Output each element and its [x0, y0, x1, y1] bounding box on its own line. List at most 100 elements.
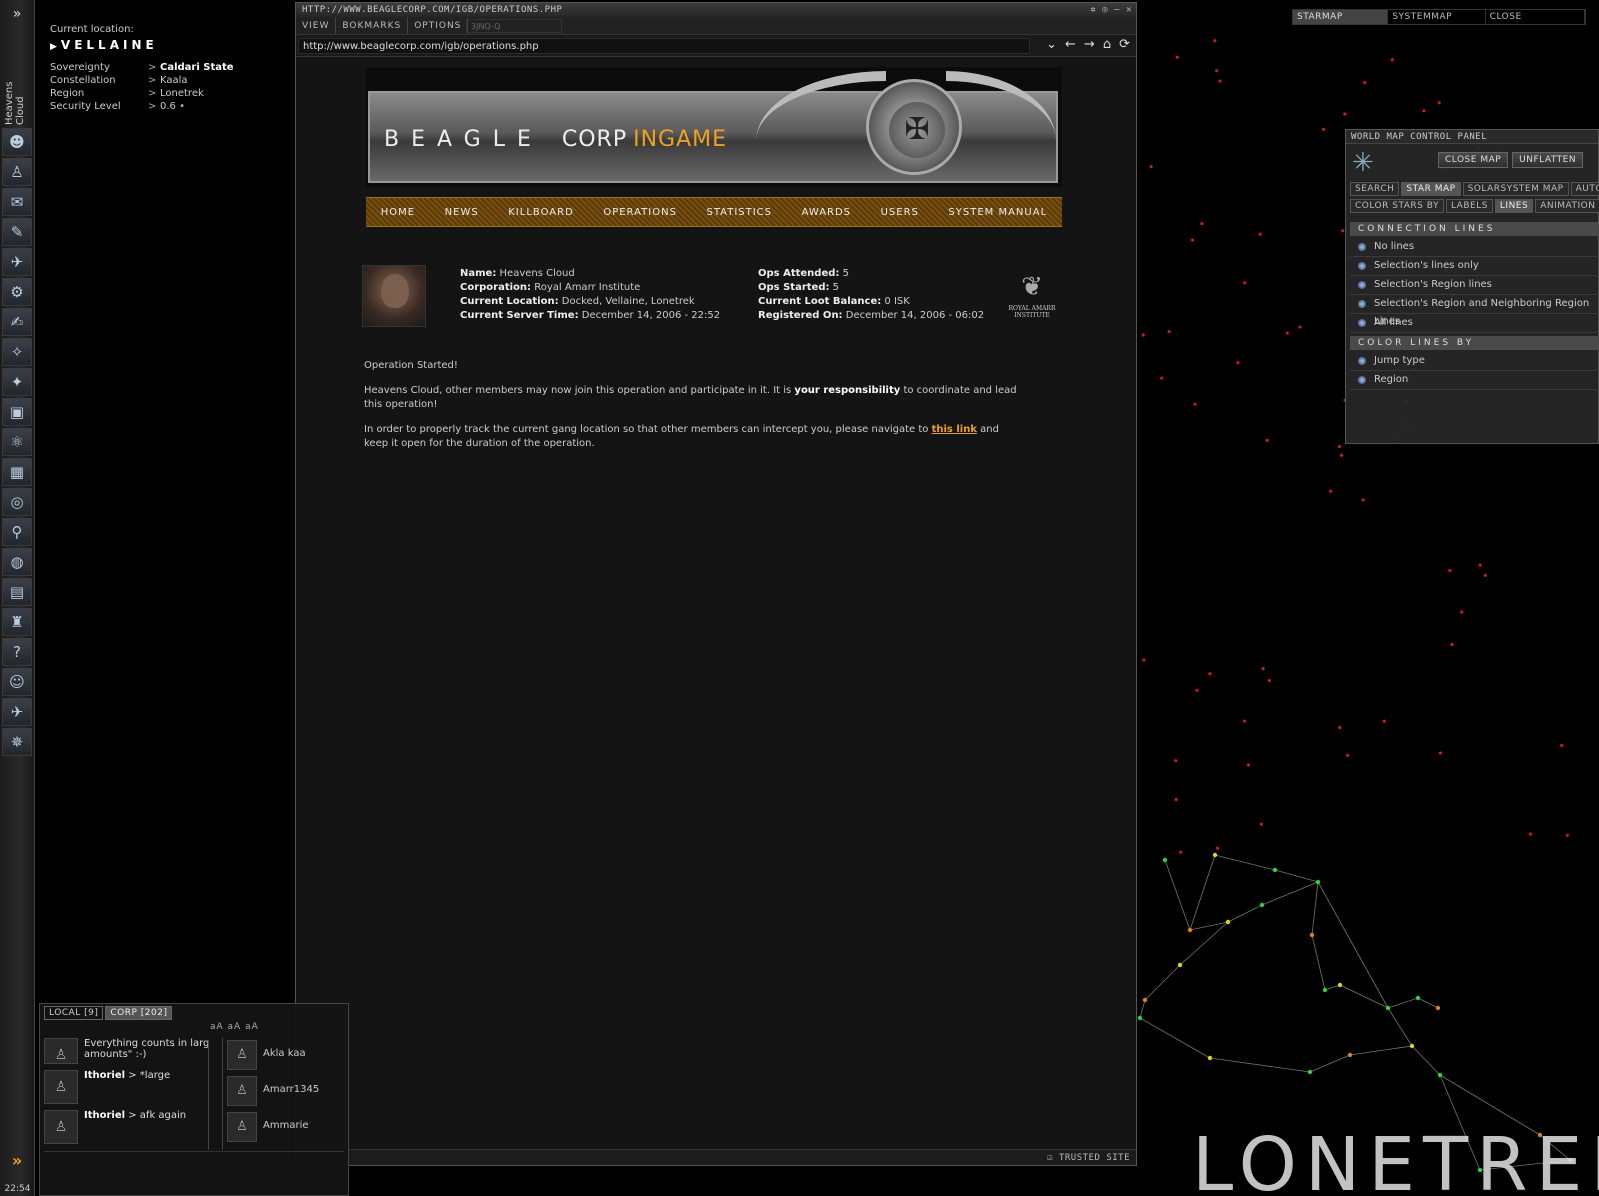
url-input[interactable]	[298, 38, 1030, 54]
back-icon[interactable]: ←	[1065, 37, 1076, 52]
nav-users[interactable]: Users	[881, 207, 919, 218]
browser-titlebar[interactable]: HTTP://WWW.BEAGLECORP.COM/IGB/OPERATIONS…	[296, 3, 1136, 17]
nav-system-manual[interactable]: System Manual	[948, 207, 1047, 218]
tab-color-stars-by[interactable]: COLOR STARS BY	[1350, 199, 1444, 213]
nav-statistics[interactable]: Statistics	[706, 207, 772, 218]
system-node[interactable]	[1162, 857, 1168, 863]
option-region-lines[interactable]: Selection's Region lines	[1350, 276, 1599, 295]
forward-icon[interactable]: →	[1084, 37, 1095, 52]
option-selection-lines[interactable]: Selection's lines only	[1350, 257, 1599, 276]
system-node[interactable]	[1212, 852, 1218, 858]
info-icon[interactable]: ?	[2, 638, 32, 666]
journal-icon[interactable]: ✍	[2, 308, 32, 336]
option-region[interactable]: Region	[1350, 371, 1599, 390]
menu-options[interactable]: OPTIONS	[408, 17, 469, 34]
help-buoy-icon[interactable]: ◎	[2, 488, 32, 516]
system-node[interactable]	[1322, 987, 1328, 993]
system-node[interactable]	[1347, 1052, 1353, 1058]
sovereignty-link[interactable]: Caldari State	[160, 62, 234, 75]
character-sheet-icon[interactable]: ☻	[2, 128, 32, 156]
option-all-lines[interactable]: All lines	[1350, 314, 1599, 333]
chat-input[interactable]	[44, 1151, 344, 1189]
system-node[interactable]	[1385, 1005, 1391, 1011]
tab-systemmap[interactable]: SYSTEMMAP	[1388, 10, 1486, 24]
map-icon[interactable]: ✧	[2, 338, 32, 366]
close-map-tab[interactable]: CLOSE	[1486, 10, 1585, 24]
notepad-icon[interactable]: ✎	[2, 218, 32, 246]
system-node[interactable]	[1315, 879, 1321, 885]
tab-lines[interactable]: LINES	[1494, 199, 1534, 213]
system-node[interactable]	[1177, 962, 1183, 968]
option-jump-type[interactable]: Jump type	[1350, 352, 1599, 371]
menu-bookmarks[interactable]: BOKMARKS	[336, 17, 409, 34]
system-node[interactable]	[1307, 1069, 1313, 1075]
nav-home[interactable]: Home	[381, 207, 415, 218]
system-node[interactable]	[1142, 997, 1148, 1003]
avatar[interactable]: ♙	[44, 1110, 78, 1144]
tab-autopilot[interactable]: AUTOPIL	[1570, 182, 1599, 196]
system-node[interactable]	[1272, 867, 1278, 873]
reload-icon[interactable]: ⟳	[1119, 37, 1130, 52]
constellation-link[interactable]: Kaala	[160, 75, 234, 88]
chat-font-size-controls[interactable]: aA aA aA	[40, 1022, 348, 1036]
nav-awards[interactable]: Awards	[802, 207, 851, 218]
option-no-lines[interactable]: No lines	[1350, 238, 1599, 257]
tab-star-map[interactable]: STAR MAP	[1401, 182, 1461, 196]
tab-starmap[interactable]: STARMAP	[1293, 10, 1389, 24]
region-link[interactable]: Lonetrek	[160, 88, 234, 101]
tab-local-chat[interactable]: LOCAL [9]	[44, 1006, 104, 1020]
cargo-icon[interactable]: ⚙	[2, 278, 32, 306]
option-region-neighbor-lines[interactable]: Selection's Region and Neighboring Regio…	[1350, 295, 1599, 327]
calculator-icon[interactable]: ▦	[2, 458, 32, 486]
science-icon[interactable]: ⚛	[2, 428, 32, 456]
people-icon[interactable]: ♙	[2, 158, 32, 186]
tab-labels[interactable]: LABELS	[1445, 199, 1493, 213]
nav-operations[interactable]: Operations	[603, 207, 677, 218]
drones-icon[interactable]: ✵	[2, 728, 32, 756]
system-node[interactable]	[1225, 919, 1231, 925]
ship-icon[interactable]: ✈	[2, 248, 32, 276]
chat-scrollbar[interactable]	[208, 1040, 218, 1150]
close-map-button[interactable]: CLOSE MAP	[1438, 152, 1509, 168]
system-node[interactable]	[1437, 1072, 1443, 1078]
tab-corp-chat[interactable]: CORP [202]	[105, 1006, 173, 1020]
scanner-icon[interactable]: ⚲	[2, 518, 32, 546]
system-node[interactable]	[1337, 982, 1343, 988]
avatar[interactable]: ♙	[44, 1070, 78, 1104]
system-node[interactable]	[1415, 995, 1421, 1001]
system-node[interactable]	[1187, 927, 1193, 933]
fitting-icon[interactable]: ✦	[2, 368, 32, 396]
list-item[interactable]: ♙ Amarr1345	[223, 1074, 346, 1110]
tracking-link[interactable]: this link	[932, 424, 977, 435]
system-node[interactable]	[1259, 902, 1265, 908]
corporation-icon[interactable]: ♜	[2, 608, 32, 636]
tab-solarsystem-map[interactable]: SOLARSYSTEM MAP	[1462, 182, 1569, 196]
system-node[interactable]	[1435, 1005, 1441, 1011]
list-item[interactable]: ♙ Ammarie	[223, 1110, 346, 1146]
mail-icon[interactable]: ✉	[2, 188, 32, 216]
browser-globe-icon[interactable]: ◍	[2, 548, 32, 576]
system-name[interactable]: ▶ VELLAINE	[50, 38, 234, 52]
expand-neocom-icon[interactable]: »	[0, 0, 34, 28]
system-node[interactable]	[1207, 1055, 1213, 1061]
tab-animation[interactable]: ANIMATION	[1535, 199, 1599, 213]
neocom-menu-chevron-icon[interactable]: »	[3, 1150, 31, 1172]
nav-news[interactable]: News	[445, 207, 479, 218]
home-icon[interactable]: ⌂	[1103, 37, 1111, 52]
close-icon[interactable]: ✕	[1126, 3, 1132, 17]
unflatten-button[interactable]: UNFLATTEN	[1512, 152, 1584, 168]
history-dropdown-icon[interactable]: ⌄	[1046, 37, 1057, 52]
assets-icon[interactable]: ▣	[2, 398, 32, 426]
system-node[interactable]	[1309, 932, 1315, 938]
nav-killboard[interactable]: Killboard	[508, 207, 574, 218]
minimize-icon[interactable]: –	[1114, 3, 1120, 17]
wmcp-title[interactable]: WORLD MAP CONTROL PANEL	[1346, 130, 1598, 144]
tab-search[interactable]: SEARCH	[1350, 182, 1400, 196]
list-item[interactable]: ♙ Akla kaa	[223, 1038, 346, 1074]
character-face-icon[interactable]: ☺	[2, 668, 32, 696]
market-icon[interactable]: ▤	[2, 578, 32, 606]
minimize-circle-icon[interactable]: ◎	[1102, 3, 1108, 17]
menu-view[interactable]: VIEW	[296, 17, 337, 34]
pin-icon[interactable]: ✲	[1090, 3, 1096, 17]
system-node[interactable]	[1409, 1043, 1415, 1049]
